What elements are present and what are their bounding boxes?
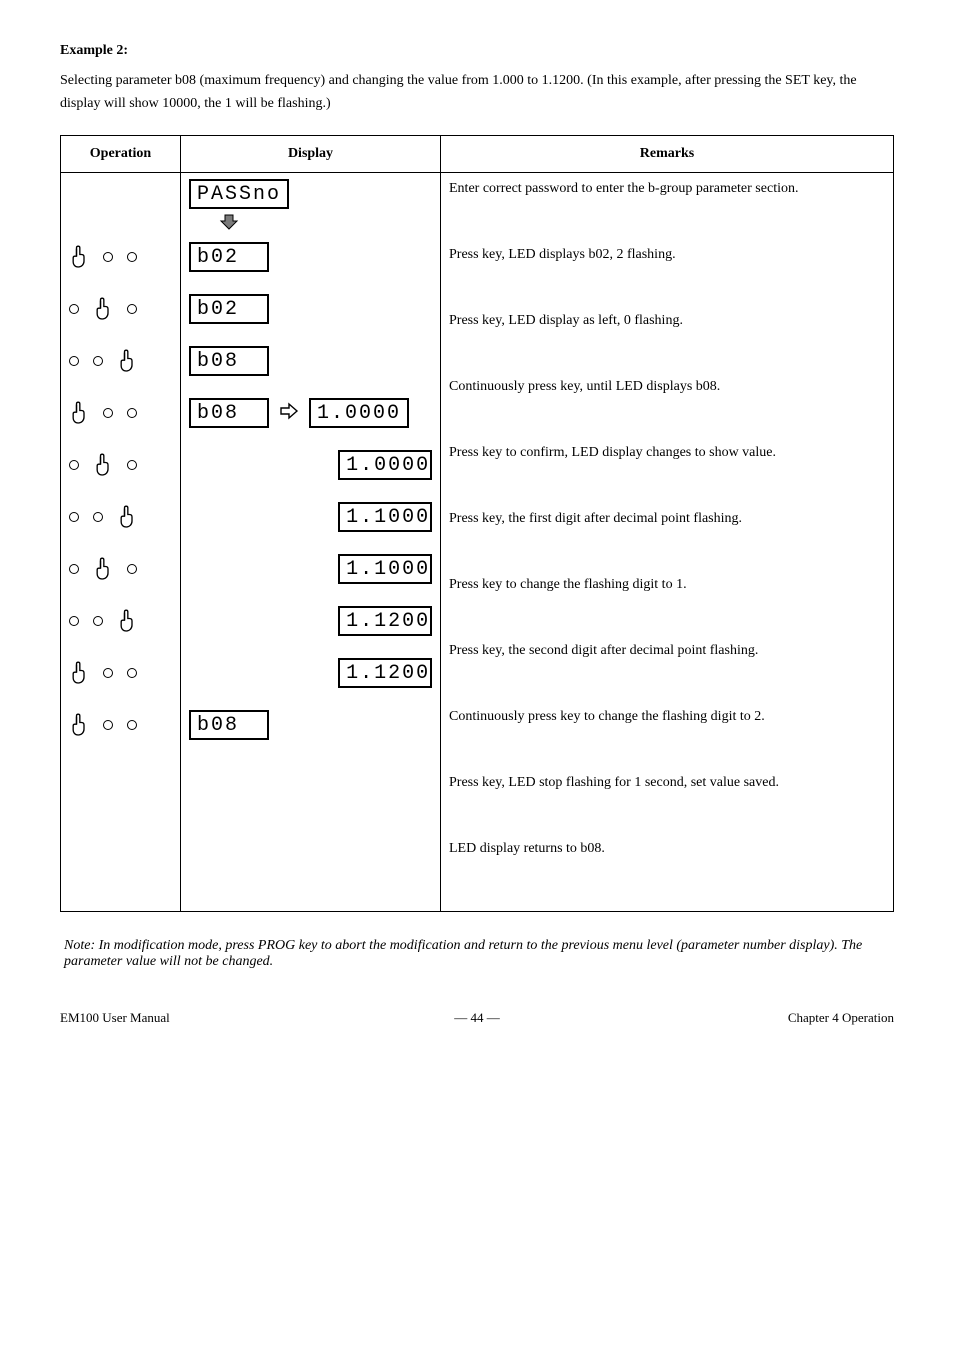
key-dot bbox=[69, 512, 79, 522]
press-hand-icon bbox=[93, 453, 113, 477]
example-title: Example 2: bbox=[60, 40, 894, 62]
cell-remarks: Enter correct password to enter the b-gr… bbox=[441, 173, 894, 912]
lcd-display: 1.1200 bbox=[338, 658, 432, 688]
lcd-display: 1.1200 bbox=[338, 606, 432, 636]
key-dot bbox=[127, 252, 137, 262]
operation-keys bbox=[69, 503, 137, 531]
key-dot bbox=[93, 356, 103, 366]
press-hand-icon bbox=[117, 349, 137, 373]
press-hand-icon bbox=[117, 609, 137, 633]
key-dot bbox=[93, 512, 103, 522]
lcd-display: 1.1000 bbox=[338, 554, 432, 584]
key-dot bbox=[93, 616, 103, 626]
lcd-display: 1.0000 bbox=[309, 398, 409, 428]
cell-operation bbox=[61, 173, 181, 912]
remark-text: Continuously press key to change the fla… bbox=[449, 707, 885, 759]
operation-keys bbox=[69, 295, 137, 323]
col-header-display: Display bbox=[181, 136, 441, 173]
table-row: PASSno b02 b02 b08 b08 1.0000 1.0000 1.1000 1.10… bbox=[61, 173, 894, 912]
example-text: Selecting parameter b08 (maximum frequen… bbox=[60, 70, 894, 115]
key-dot bbox=[103, 252, 113, 262]
cell-display: PASSno b02 b02 b08 b08 1.0000 1.0000 1.1000 1.10… bbox=[181, 173, 441, 912]
lcd-display: b08 bbox=[189, 346, 269, 376]
remark-text: Press key to change the flashing digit t… bbox=[449, 575, 885, 627]
footer-page-number: — 44 — bbox=[394, 1010, 561, 1026]
press-hand-icon bbox=[69, 661, 89, 685]
operation-keys bbox=[69, 555, 137, 583]
footer-right: Chapter 4 Operation bbox=[577, 1010, 894, 1026]
operation-keys bbox=[69, 243, 137, 271]
lcd-display: 1.0000 bbox=[338, 450, 432, 480]
remark-text: Press key, LED displays b02, 2 flashing. bbox=[449, 245, 885, 297]
key-dot bbox=[127, 564, 137, 574]
operation-keys bbox=[69, 399, 137, 427]
press-hand-icon bbox=[69, 713, 89, 737]
key-dot bbox=[69, 564, 79, 574]
press-hand-icon bbox=[93, 557, 113, 581]
remark-text: Press key, the second digit after decima… bbox=[449, 641, 885, 693]
operation-keys bbox=[69, 347, 137, 375]
remark-text: Press key to confirm, LED display change… bbox=[449, 443, 885, 495]
footer-left: EM100 User Manual bbox=[60, 1010, 377, 1026]
remark-text: Enter correct password to enter the b-gr… bbox=[449, 179, 885, 231]
operation-keys bbox=[69, 607, 137, 635]
arrow-right-icon bbox=[279, 402, 299, 425]
operation-keys bbox=[69, 451, 137, 479]
key-dot bbox=[69, 460, 79, 470]
press-hand-icon bbox=[117, 505, 137, 529]
key-dot bbox=[127, 408, 137, 418]
arrow-down-icon bbox=[219, 213, 432, 231]
table-header-row: Operation Display Remarks bbox=[61, 136, 894, 173]
remark-text: Press key, LED display as left, 0 flashi… bbox=[449, 311, 885, 363]
operation-keys bbox=[69, 659, 137, 687]
procedure-table: Operation Display Remarks PASSno b02 b02 b0… bbox=[60, 135, 894, 912]
key-dot bbox=[69, 616, 79, 626]
remark-text: Continuously press key, until LED displa… bbox=[449, 377, 885, 429]
example-lead: Example 2: Selecting parameter b08 (maxi… bbox=[60, 40, 894, 115]
key-dot bbox=[103, 668, 113, 678]
key-dot bbox=[103, 720, 113, 730]
key-dot bbox=[103, 408, 113, 418]
lcd-display: b08 bbox=[189, 398, 269, 428]
page-footer: EM100 User Manual — 44 — Chapter 4 Opera… bbox=[60, 1010, 894, 1026]
operation-keys bbox=[69, 711, 137, 739]
remark-text: Press key, LED stop flashing for 1 secon… bbox=[449, 773, 885, 825]
col-header-remarks: Remarks bbox=[441, 136, 894, 173]
key-dot bbox=[127, 720, 137, 730]
lcd-display: b02 bbox=[189, 242, 269, 272]
press-hand-icon bbox=[93, 297, 113, 321]
key-dot bbox=[127, 460, 137, 470]
key-dot bbox=[69, 356, 79, 366]
lcd-display: b02 bbox=[189, 294, 269, 324]
lcd-display: b08 bbox=[189, 710, 269, 740]
lcd-display: 1.1000 bbox=[338, 502, 432, 532]
lcd-display: PASSno bbox=[189, 179, 289, 209]
key-dot bbox=[127, 304, 137, 314]
footnote: Note: In modification mode, press PROG k… bbox=[60, 938, 894, 970]
key-dot bbox=[127, 668, 137, 678]
press-hand-icon bbox=[69, 401, 89, 425]
key-dot bbox=[69, 304, 79, 314]
col-header-operation: Operation bbox=[61, 136, 181, 173]
press-hand-icon bbox=[69, 245, 89, 269]
remark-text: LED display returns to b08. bbox=[449, 839, 885, 891]
remark-text: Press key, the first digit after decimal… bbox=[449, 509, 885, 561]
